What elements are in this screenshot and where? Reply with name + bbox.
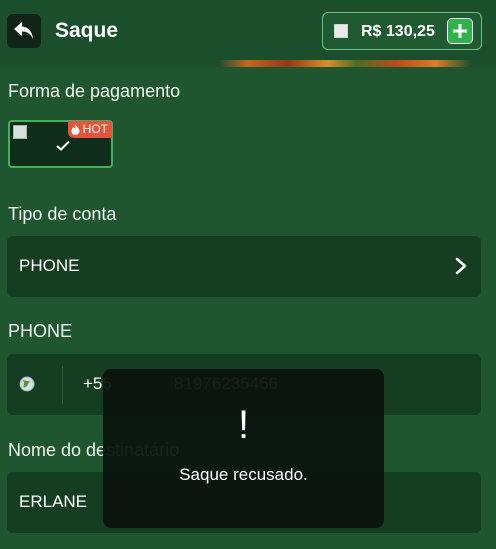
balance-display[interactable]: R$ 130,25 (322, 12, 482, 50)
toast-message: Saque recusado. (179, 465, 308, 484)
balance-amount: R$ 130,25 (361, 23, 435, 40)
payment-method-label: Forma de pagamento (8, 81, 181, 101)
hot-badge-text: HOT (82, 122, 108, 136)
flame-icon (71, 124, 80, 135)
account-type-value: PHONE (19, 256, 80, 275)
phone-label: PHONE (8, 321, 73, 341)
exclamation-icon: ! (237, 403, 250, 447)
payment-logo-image-icon (13, 125, 27, 139)
account-type-select[interactable]: PHONE (7, 236, 481, 297)
page-title: Saque (55, 19, 119, 42)
chevron-right-icon (455, 257, 467, 275)
back-arrow-icon (14, 22, 33, 39)
toast-notification: ! Saque recusado. (103, 369, 384, 528)
country-flag-icon[interactable] (19, 376, 35, 392)
check-icon (56, 140, 70, 151)
banner-image-strip (0, 60, 496, 67)
field-divider (62, 366, 63, 404)
payment-method-option[interactable]: HOT (8, 120, 113, 168)
app-header: Saque R$ 130,25 (0, 0, 496, 65)
hot-badge: HOT (67, 121, 112, 138)
currency-image-icon (334, 24, 348, 38)
back-button[interactable] (7, 14, 41, 48)
account-type-label: Tipo de conta (8, 204, 117, 224)
plus-icon (453, 24, 467, 38)
recipient-name-value: ERLANE (19, 492, 88, 511)
add-funds-button[interactable] (447, 18, 473, 44)
